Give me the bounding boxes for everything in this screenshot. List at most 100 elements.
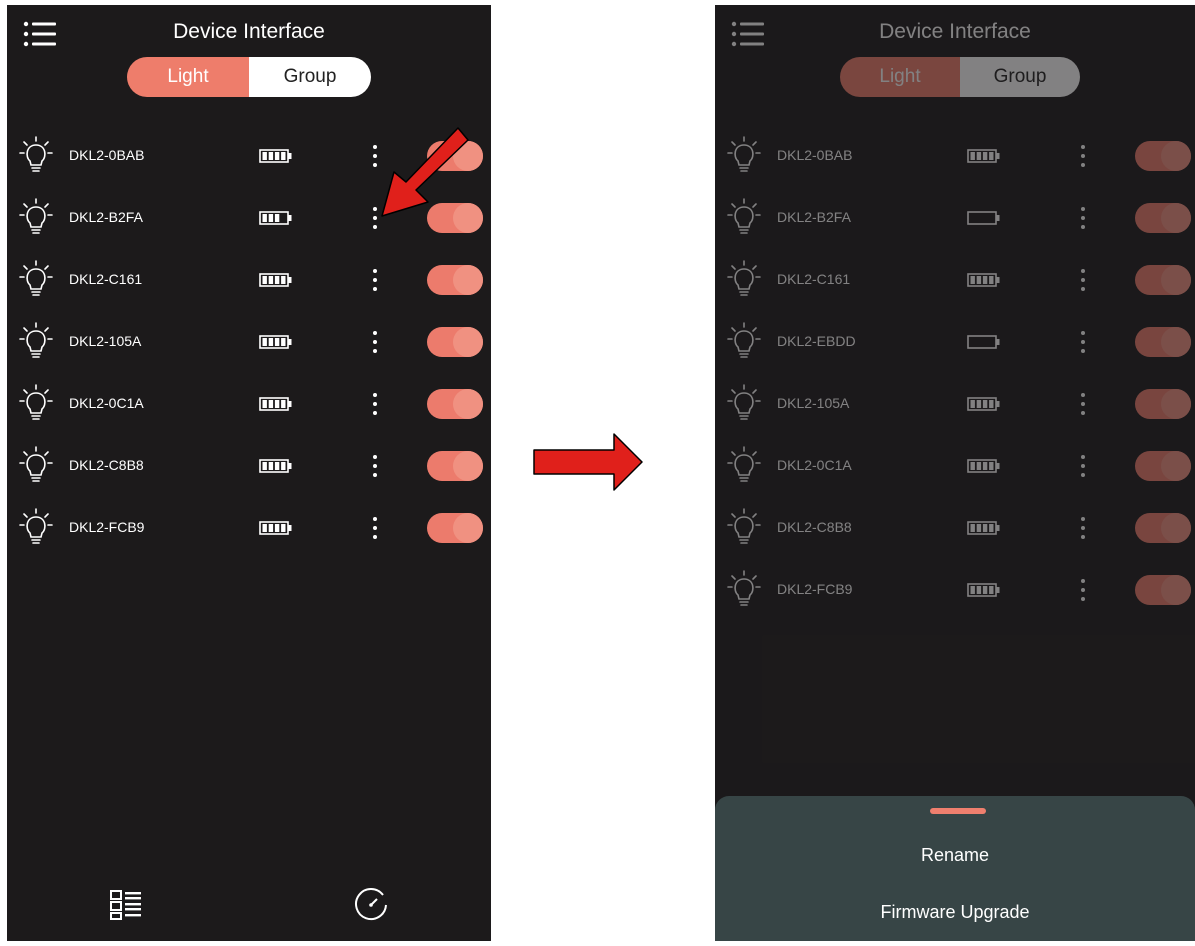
bottom-nav <box>7 879 491 941</box>
battery-icon <box>259 149 292 163</box>
device-name: DKL2-C161 <box>69 271 143 287</box>
battery-icon <box>259 211 292 225</box>
more-options-icon[interactable] <box>1075 453 1091 479</box>
firmware-upgrade-option[interactable]: Firmware Upgrade <box>715 902 1195 923</box>
more-options-icon[interactable] <box>367 329 383 355</box>
toggle-knob <box>453 327 483 357</box>
rename-option[interactable]: Rename <box>715 845 1195 866</box>
battery-icon <box>967 273 1000 287</box>
device-row[interactable]: DKL2-0BAB <box>715 127 1195 189</box>
more-options-icon[interactable] <box>367 453 383 479</box>
battery-icon <box>259 273 292 287</box>
toggle-knob <box>1161 575 1191 605</box>
bottom-sheet: Rename Firmware Upgrade <box>715 796 1195 941</box>
more-options-icon[interactable] <box>1075 577 1091 603</box>
more-options-icon[interactable] <box>367 391 383 417</box>
device-row[interactable]: DKL2-105A <box>7 313 491 375</box>
device-name: DKL2-0BAB <box>777 147 853 163</box>
battery-icon <box>259 335 292 349</box>
battery-icon <box>967 149 1000 163</box>
device-name: DKL2-C8B8 <box>777 519 852 535</box>
device-name: DKL2-0BAB <box>69 147 145 163</box>
more-options-icon[interactable] <box>367 267 383 293</box>
toggle-knob <box>1161 513 1191 543</box>
device-name: DKL2-FCB9 <box>69 519 145 535</box>
power-toggle[interactable] <box>1135 141 1191 171</box>
device-row[interactable]: DKL2-FCB9 <box>7 499 491 561</box>
bulb-icon <box>19 446 53 482</box>
page-title: Device Interface <box>173 20 325 43</box>
more-options-icon[interactable] <box>1075 143 1091 169</box>
battery-icon <box>967 583 1000 597</box>
toggle-knob <box>1161 389 1191 419</box>
device-name: DKL2-105A <box>69 333 142 349</box>
device-row[interactable]: DKL2-C8B8 <box>7 437 491 499</box>
power-toggle[interactable] <box>1135 265 1191 295</box>
more-options-icon[interactable] <box>1075 329 1091 355</box>
right-phone-screen: Device Interface Light Group DKL2-0BAB DK… <box>715 5 1195 941</box>
bulb-icon <box>727 136 761 172</box>
battery-icon <box>259 521 292 535</box>
bulb-icon <box>19 322 53 358</box>
device-list-icon[interactable] <box>109 889 143 921</box>
segmented-control: Light Group <box>127 57 371 97</box>
toggle-knob <box>453 265 483 295</box>
toggle-knob <box>1161 265 1191 295</box>
power-toggle[interactable] <box>427 389 483 419</box>
bulb-icon <box>19 260 53 296</box>
bulb-icon <box>727 446 761 482</box>
more-options-icon[interactable] <box>1075 515 1091 541</box>
device-row[interactable]: DKL2-EBDD <box>715 313 1195 375</box>
power-toggle[interactable] <box>427 327 483 357</box>
power-toggle[interactable] <box>1135 389 1191 419</box>
tab-light[interactable]: Light <box>127 57 249 97</box>
bulb-icon <box>19 384 53 420</box>
device-row[interactable]: DKL2-FCB9 <box>715 561 1195 623</box>
power-toggle[interactable] <box>427 265 483 295</box>
tab-group[interactable]: Group <box>249 57 371 97</box>
battery-icon <box>967 521 1000 535</box>
bulb-icon <box>727 384 761 420</box>
timer-icon[interactable] <box>353 887 389 923</box>
battery-icon <box>967 335 1000 349</box>
more-options-icon[interactable] <box>1075 205 1091 231</box>
segmented-control: Light Group <box>840 57 1080 97</box>
bulb-icon <box>19 508 53 544</box>
bulb-icon <box>727 508 761 544</box>
transition-arrow-annotation <box>533 433 643 491</box>
sheet-handle[interactable] <box>930 808 986 814</box>
device-row[interactable]: DKL2-C161 <box>715 251 1195 313</box>
page-title: Device Interface <box>879 20 1031 43</box>
device-row[interactable]: DKL2-B2FA <box>715 189 1195 251</box>
toggle-knob <box>1161 451 1191 481</box>
power-toggle[interactable] <box>427 513 483 543</box>
bulb-icon <box>727 260 761 296</box>
pointer-arrow-annotation <box>381 127 469 217</box>
bulb-icon <box>727 570 761 606</box>
more-options-icon[interactable] <box>1075 267 1091 293</box>
power-toggle[interactable] <box>1135 451 1191 481</box>
device-name: DKL2-B2FA <box>69 209 143 225</box>
toggle-knob <box>453 513 483 543</box>
bulb-icon <box>19 198 53 234</box>
power-toggle[interactable] <box>1135 513 1191 543</box>
more-options-icon[interactable] <box>1075 391 1091 417</box>
power-toggle[interactable] <box>1135 327 1191 357</box>
device-name: DKL2-105A <box>777 395 850 411</box>
device-name: DKL2-B2FA <box>777 209 851 225</box>
more-options-icon[interactable] <box>367 515 383 541</box>
power-toggle[interactable] <box>427 451 483 481</box>
battery-icon <box>967 397 1000 411</box>
device-row[interactable]: DKL2-C8B8 <box>715 499 1195 561</box>
device-name: DKL2-FCB9 <box>777 581 853 597</box>
tab-light[interactable]: Light <box>840 57 960 97</box>
device-row[interactable]: DKL2-0C1A <box>715 437 1195 499</box>
device-name: DKL2-EBDD <box>777 333 856 349</box>
power-toggle[interactable] <box>1135 203 1191 233</box>
device-row[interactable]: DKL2-105A <box>715 375 1195 437</box>
device-row[interactable]: DKL2-0C1A <box>7 375 491 437</box>
power-toggle[interactable] <box>1135 575 1191 605</box>
battery-icon <box>967 459 1000 473</box>
device-row[interactable]: DKL2-C161 <box>7 251 491 313</box>
tab-group[interactable]: Group <box>960 57 1080 97</box>
